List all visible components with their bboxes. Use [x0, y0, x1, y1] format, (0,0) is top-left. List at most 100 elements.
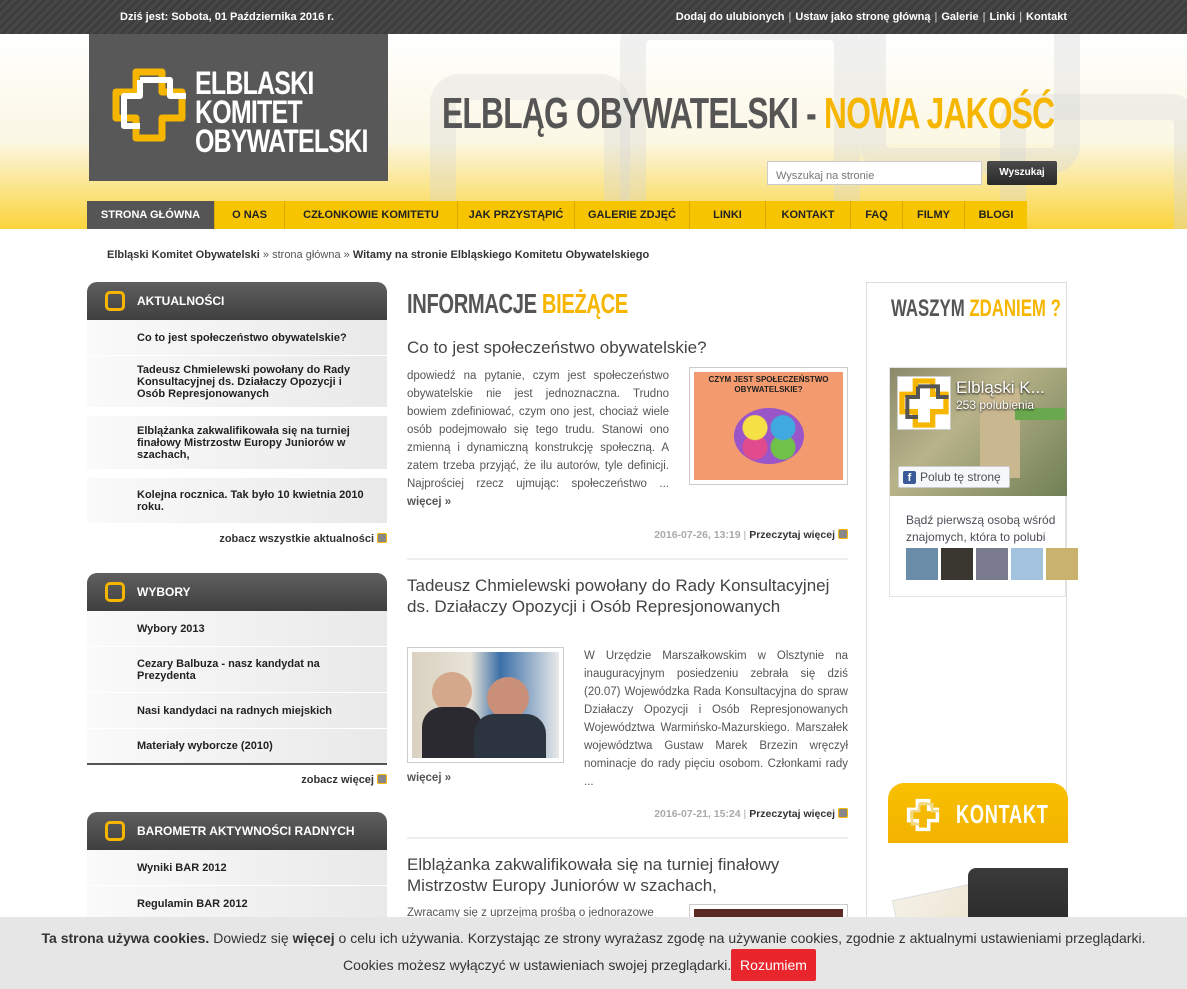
nav-members[interactable]: CZŁONKOWIE KOMITETU [285, 201, 458, 229]
news-item[interactable]: Tadeusz Chmielewski powołany do Rady Kon… [87, 356, 387, 408]
separator: | [1019, 11, 1023, 23]
news-more-label: zobacz wszystkie aktualności [219, 533, 374, 545]
article-thumbnail[interactable]: CZYM JEST SPOŁECZEŃSTWO OBYWATELSKIE? [689, 367, 848, 485]
person-photo [487, 677, 529, 719]
elections-item[interactable]: Nasi kandydaci na radnych miejskich [87, 693, 387, 729]
separator: | [743, 808, 747, 820]
section-title: INFORMACJE BIEŻĄCE [407, 288, 628, 320]
thumbnail-image: CZYM JEST SPOŁECZEŃSTWO OBYWATELSKIE? [694, 372, 843, 480]
links-top-link[interactable]: Linki [990, 11, 1016, 23]
current-date: Dziś jest: Sobota, 01 Października 2016 … [120, 11, 334, 23]
breadcrumb-current: Witamy na stronie Elbląskiego Komitetu O… [352, 249, 650, 261]
news-item[interactable]: Elblążanka zakwalifikowała się na turnie… [87, 416, 387, 470]
cross-icon [105, 291, 125, 311]
arrow-icon [838, 808, 848, 818]
elections-more-link[interactable]: zobacz więcej [87, 765, 387, 795]
facebook-like-button[interactable]: f Polub tę stronę [898, 466, 1010, 488]
article-title-link[interactable]: Tadeusz Chmielewski powołany do Rady Kon… [407, 576, 829, 616]
search-input[interactable]: Wyszukaj na stronie [767, 161, 982, 185]
nav-galleries[interactable]: GALERIE ZDJĘĆ [575, 201, 690, 229]
logo-cross-icon [112, 68, 186, 142]
article-thumbnail[interactable] [407, 647, 564, 763]
nav-faq[interactable]: FAQ [851, 201, 903, 229]
right-column: WASZYM ZDANIEM ? Elbląski K... 253 polub… [866, 282, 1078, 989]
people-circle-illustration [734, 408, 804, 464]
article-meta: 2016-07-21, 15:24 | Przeczytaj więcej [654, 808, 848, 820]
breadcrumb-separator: » [343, 249, 350, 261]
breadcrumb: Elbląski Komitet Obywatelski » strona gł… [107, 249, 649, 261]
nav-how-to-join[interactable]: JAK PRZYSTĄPIĆ [458, 201, 575, 229]
article: Tadeusz Chmielewski powołany do Rady Kon… [407, 575, 848, 840]
elections-item[interactable]: Wybory 2013 [87, 611, 387, 647]
facebook-friends-avatars [906, 548, 1078, 580]
cookie-text: o celu ich używania. Korzystając ze stro… [334, 930, 1146, 946]
set-homepage-link[interactable]: Ustaw jako stronę główną [795, 11, 930, 23]
thumbnail-caption: CZYM JEST SPOŁECZEŃSTWO OBYWATELSKIE? [708, 375, 829, 394]
breadcrumb-separator: » [262, 249, 270, 261]
galleries-top-link[interactable]: Galerie [941, 11, 978, 23]
article-title[interactable]: Elblążanka zakwalifikowała się na turnie… [407, 854, 848, 896]
read-more-link[interactable]: Przeczytaj więcej [749, 808, 835, 820]
article-title[interactable]: Co to jest społeczeństwo obywatelskie? [407, 337, 848, 358]
opinion-title: WASZYM ZDANIEM ? [891, 295, 1061, 323]
article: Elblążanka zakwalifikowała się na turnie… [407, 854, 848, 924]
avatar[interactable] [941, 548, 973, 580]
elections-more-label: zobacz więcej [301, 774, 374, 786]
nav-contact[interactable]: KONTAKT [766, 201, 851, 229]
nav-movies[interactable]: FILMY [903, 201, 965, 229]
nav-links[interactable]: LINKI [690, 201, 766, 229]
opinion-title-part1: WASZYM [891, 295, 965, 322]
article-title-link[interactable]: Co to jest społeczeństwo obywatelskie? [407, 338, 707, 357]
article-continuation: więcej » [407, 772, 451, 784]
main-nav: STRONA GŁÓWNA O NAS CZŁONKOWIE KOMITETU … [87, 201, 1027, 229]
read-more-link[interactable]: Przeczytaj więcej [749, 529, 835, 541]
cookie-text: Dowiedz się [209, 930, 293, 946]
news-box: AKTUALNOŚCI Co to jest społeczeństwo oby… [87, 282, 387, 554]
article-title-link[interactable]: Elblążanka zakwalifikowała się na turnie… [407, 855, 779, 895]
article-title[interactable]: Tadeusz Chmielewski powołany do Rady Kon… [407, 575, 848, 617]
elections-item[interactable]: Materiały wyborcze (2010) [87, 729, 387, 765]
contact-top-link[interactable]: Kontakt [1026, 11, 1067, 23]
search-button[interactable]: Wyszukaj [987, 161, 1057, 185]
breadcrumb-home[interactable]: Elbląski Komitet Obywatelski [107, 249, 260, 261]
article-more-link[interactable]: więcej » [407, 496, 451, 508]
barometer-header: BAROMETR AKTYWNOŚCI RADNYCH [87, 812, 387, 850]
cookie-text-line2: Cookies możesz wyłączyć w ustawieniach s… [343, 957, 732, 973]
barometer-box: BAROMETR AKTYWNOŚCI RADNYCH Wyniki BAR 2… [87, 812, 387, 922]
facebook-cover[interactable]: Elbląski K... 253 polubienia f Polub tę … [890, 368, 1067, 496]
cookie-accept-button[interactable]: Rozumiem [731, 949, 816, 981]
nav-blogs[interactable]: BLOGI [965, 201, 1027, 229]
cookie-more-link[interactable]: więcej [293, 930, 335, 946]
slogan: ELBLĄG OBYWATELSKI - NOWA JAKOŚĆ [442, 89, 1055, 139]
add-favorites-link[interactable]: Dodaj do ulubionych [676, 11, 785, 23]
facebook-page-logo [897, 376, 951, 430]
contact-title: KONTAKT [956, 799, 1049, 829]
header: ELBLASKI KOMITET OBYWATELSKI ELBLĄG OBYW… [0, 34, 1187, 229]
article-date: 2016-07-21, 15:24 [654, 808, 741, 820]
person-photo [432, 672, 472, 712]
article-text: W Urzędzie Marszałkowskim w Olsztynie na… [584, 650, 848, 788]
facebook-page-name[interactable]: Elbląski K... [956, 378, 1045, 398]
cross-icon [105, 582, 125, 602]
elections-item[interactable]: Cezary Balbuza - nasz kandydat na Prezyd… [87, 647, 387, 693]
facebook-icon: f [903, 470, 916, 484]
article-meta: 2016-07-26, 13:19 | Przeczytaj więcej [654, 529, 848, 541]
logo-cross-icon [906, 798, 940, 832]
cross-icon [105, 821, 125, 841]
avatar[interactable] [976, 548, 1008, 580]
nav-home[interactable]: STRONA GŁÓWNA [87, 201, 215, 229]
news-item[interactable]: Kolejna rocznica. Tak było 10 kwietnia 2… [87, 478, 387, 524]
avatar[interactable] [906, 548, 938, 580]
news-more-link[interactable]: zobacz wszystkie aktualności [87, 524, 387, 554]
divider [407, 558, 848, 560]
section-title-part2: BIEŻĄCE [541, 288, 628, 319]
separator: | [982, 11, 986, 23]
nav-about[interactable]: O NAS [215, 201, 285, 229]
article-more-link[interactable]: więcej » [407, 772, 451, 784]
breadcrumb-mid[interactable]: strona główna [272, 249, 341, 261]
barometer-title: BAROMETR AKTYWNOŚCI RADNYCH [137, 824, 355, 838]
avatar[interactable] [1046, 548, 1078, 580]
avatar[interactable] [1011, 548, 1043, 580]
news-item[interactable]: Co to jest społeczeństwo obywatelskie? [87, 320, 387, 356]
barometer-item[interactable]: Wyniki BAR 2012 [87, 850, 387, 886]
